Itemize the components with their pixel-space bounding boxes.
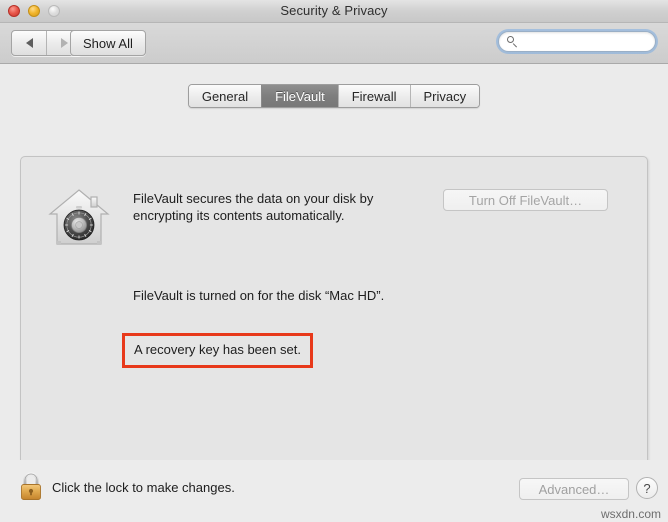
lock-closed-icon[interactable]	[18, 472, 44, 502]
lock-caption-text: Click the lock to make changes.	[52, 480, 235, 495]
tab-firewall[interactable]: Firewall	[337, 85, 410, 107]
search-field[interactable]	[498, 31, 656, 52]
help-button[interactable]: ?	[636, 477, 658, 499]
tab-group: General FileVault Firewall Privacy	[187, 84, 481, 108]
back-button[interactable]	[12, 31, 46, 55]
advanced-button[interactable]: Advanced…	[519, 478, 629, 500]
security-privacy-window: Security & Privacy Show All General File…	[0, 0, 668, 522]
search-input[interactable]	[523, 34, 647, 49]
tab-privacy[interactable]: Privacy	[409, 85, 480, 107]
chevron-left-icon	[25, 38, 33, 48]
footer-bar: Click the lock to make changes. Advanced…	[0, 460, 668, 522]
window-title: Security & Privacy	[280, 3, 388, 18]
filevault-description: FileVault secures the data on your disk …	[133, 191, 374, 223]
search-icon	[507, 35, 519, 48]
chevron-right-icon	[60, 38, 68, 48]
tab-bar: General FileVault Firewall Privacy	[0, 84, 668, 108]
recovery-key-highlight-annotation: A recovery key has been set.	[122, 333, 313, 368]
show-all-button[interactable]: Show All	[70, 30, 146, 56]
recovery-key-status-text: A recovery key has been set.	[134, 342, 301, 357]
filevault-house-safe-icon	[48, 189, 110, 245]
preference-body: General FileVault Firewall Privacy FileV…	[0, 64, 668, 522]
watermark-text: wsxdn.com	[600, 507, 661, 521]
tab-general[interactable]: General	[188, 85, 262, 107]
turn-off-filevault-button[interactable]: Turn Off FileVault…	[443, 189, 608, 211]
filevault-status-text: FileVault is turned on for the disk “Mac…	[133, 288, 385, 303]
toolbar: Show All	[0, 23, 668, 64]
tab-filevault[interactable]: FileVault	[261, 85, 338, 107]
title-bar: Security & Privacy	[0, 0, 668, 23]
